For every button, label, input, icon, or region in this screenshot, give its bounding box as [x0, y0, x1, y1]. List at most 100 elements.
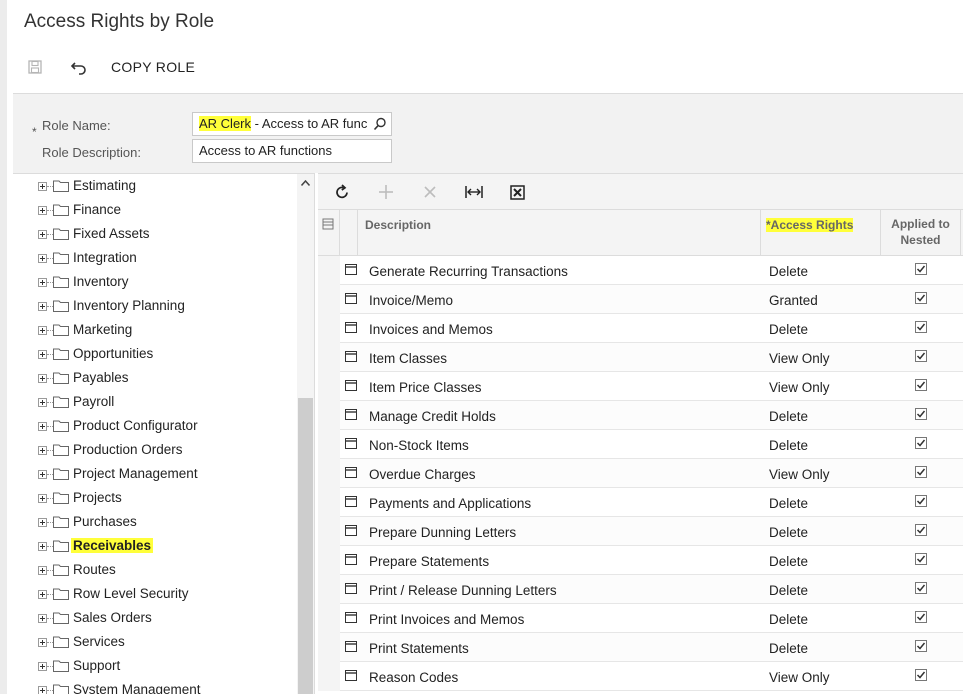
expand-icon[interactable]: [38, 614, 47, 623]
row-access-rights[interactable]: Delete: [769, 438, 808, 453]
table-row[interactable]: Prepare Statements Delete: [318, 546, 963, 575]
column-settings-icon[interactable]: [322, 218, 334, 230]
fit-columns-icon[interactable]: [464, 182, 484, 202]
expand-icon[interactable]: [38, 542, 47, 551]
tree-item[interactable]: Payables: [13, 366, 297, 390]
column-header-applied-to-nested[interactable]: Applied to Nested: [881, 210, 961, 256]
tree-item[interactable]: Integration: [13, 246, 297, 270]
applied-to-nested-checkbox[interactable]: [915, 321, 927, 333]
tree-scrollbar[interactable]: [297, 174, 314, 694]
table-row[interactable]: Invoices and Memos Delete: [318, 314, 963, 343]
row-selector[interactable]: [318, 343, 340, 372]
tree-item[interactable]: Opportunities: [13, 342, 297, 366]
row-access-rights[interactable]: Delete: [769, 554, 808, 569]
applied-to-nested-checkbox[interactable]: [915, 582, 927, 594]
export-excel-icon[interactable]: [507, 182, 527, 202]
table-row[interactable]: Generate Recurring Transactions Delete: [318, 256, 963, 285]
expand-icon[interactable]: [38, 422, 47, 431]
table-row[interactable]: Reason Codes View Only: [318, 662, 963, 691]
scroll-thumb[interactable]: [298, 398, 313, 694]
tree-item[interactable]: Services: [13, 630, 297, 654]
tree-item[interactable]: Row Level Security: [13, 582, 297, 606]
applied-to-nested-checkbox[interactable]: [915, 379, 927, 391]
add-icon[interactable]: [376, 182, 396, 202]
row-selector[interactable]: [318, 430, 340, 459]
undo-icon[interactable]: [68, 56, 90, 78]
applied-to-nested-checkbox[interactable]: [915, 350, 927, 362]
expand-icon[interactable]: [38, 326, 47, 335]
row-access-rights[interactable]: Delete: [769, 641, 808, 656]
tree-item[interactable]: Finance: [13, 198, 297, 222]
tree-item[interactable]: Payroll: [13, 390, 297, 414]
expand-icon[interactable]: [38, 278, 47, 287]
expand-icon[interactable]: [38, 662, 47, 671]
row-selector[interactable]: [318, 604, 340, 633]
applied-to-nested-checkbox[interactable]: [915, 292, 927, 304]
row-access-rights[interactable]: Delete: [769, 612, 808, 627]
scroll-up-arrow-icon[interactable]: [297, 174, 314, 191]
table-row[interactable]: Print / Release Dunning Letters Delete: [318, 575, 963, 604]
expand-icon[interactable]: [38, 446, 47, 455]
row-selector[interactable]: [318, 372, 340, 401]
tree-item[interactable]: Product Configurator: [13, 414, 297, 438]
row-access-rights[interactable]: View Only: [769, 467, 830, 482]
search-icon[interactable]: [373, 117, 387, 131]
row-access-rights[interactable]: Delete: [769, 409, 808, 424]
row-selector[interactable]: [318, 517, 340, 546]
tree-item[interactable]: Projects: [13, 486, 297, 510]
row-access-rights[interactable]: Delete: [769, 525, 808, 540]
tree-item[interactable]: Inventory Planning: [13, 294, 297, 318]
applied-to-nested-checkbox[interactable]: [915, 611, 927, 623]
row-access-rights[interactable]: View Only: [769, 351, 830, 366]
table-row[interactable]: Manage Credit Holds Delete: [318, 401, 963, 430]
refresh-icon[interactable]: [332, 182, 352, 202]
tree-item[interactable]: Routes: [13, 558, 297, 582]
row-selector-header[interactable]: [318, 210, 340, 256]
tree-item[interactable]: Fixed Assets: [13, 222, 297, 246]
expand-icon[interactable]: [38, 302, 47, 311]
expand-icon[interactable]: [38, 638, 47, 647]
row-access-rights[interactable]: Delete: [769, 264, 808, 279]
applied-to-nested-checkbox[interactable]: [915, 524, 927, 536]
tree-item[interactable]: Production Orders: [13, 438, 297, 462]
row-selector[interactable]: [318, 459, 340, 488]
save-icon[interactable]: [24, 56, 46, 78]
expand-icon[interactable]: [38, 398, 47, 407]
applied-to-nested-checkbox[interactable]: [915, 437, 927, 449]
applied-to-nested-checkbox[interactable]: [915, 466, 927, 478]
row-selector[interactable]: [318, 488, 340, 517]
row-selector[interactable]: [318, 256, 340, 285]
expand-icon[interactable]: [38, 230, 47, 239]
table-row[interactable]: Item Classes View Only: [318, 343, 963, 372]
row-selector[interactable]: [318, 314, 340, 343]
tree-item[interactable]: Marketing: [13, 318, 297, 342]
role-description-field[interactable]: Access to AR functions: [192, 139, 392, 163]
table-row[interactable]: Print Invoices and Memos Delete: [318, 604, 963, 633]
expand-icon[interactable]: [38, 182, 47, 191]
tree-item[interactable]: Inventory: [13, 270, 297, 294]
row-access-rights[interactable]: Delete: [769, 496, 808, 511]
expand-icon[interactable]: [38, 686, 47, 694]
tree-item[interactable]: Purchases: [13, 510, 297, 534]
delete-icon[interactable]: [420, 182, 440, 202]
column-header-description[interactable]: Description: [358, 210, 761, 256]
tree-item[interactable]: Estimating: [13, 174, 297, 198]
row-access-rights[interactable]: View Only: [769, 670, 830, 685]
column-header-access-rights[interactable]: *Access Rights: [761, 210, 881, 256]
expand-icon[interactable]: [38, 590, 47, 599]
expand-icon[interactable]: [38, 518, 47, 527]
row-selector[interactable]: [318, 662, 340, 691]
row-selector[interactable]: [318, 633, 340, 662]
table-row[interactable]: Invoice/Memo Granted: [318, 285, 963, 314]
applied-to-nested-checkbox[interactable]: [915, 263, 927, 275]
row-access-rights[interactable]: Granted: [769, 293, 818, 308]
row-selector[interactable]: [318, 546, 340, 575]
expand-icon[interactable]: [38, 470, 47, 479]
row-selector[interactable]: [318, 285, 340, 314]
role-name-field[interactable]: AR Clerk - Access to AR func: [192, 112, 392, 136]
row-selector[interactable]: [318, 575, 340, 604]
expand-icon[interactable]: [38, 350, 47, 359]
applied-to-nested-checkbox[interactable]: [915, 669, 927, 681]
table-row[interactable]: Overdue Charges View Only: [318, 459, 963, 488]
tree-item[interactable]: Support: [13, 654, 297, 678]
